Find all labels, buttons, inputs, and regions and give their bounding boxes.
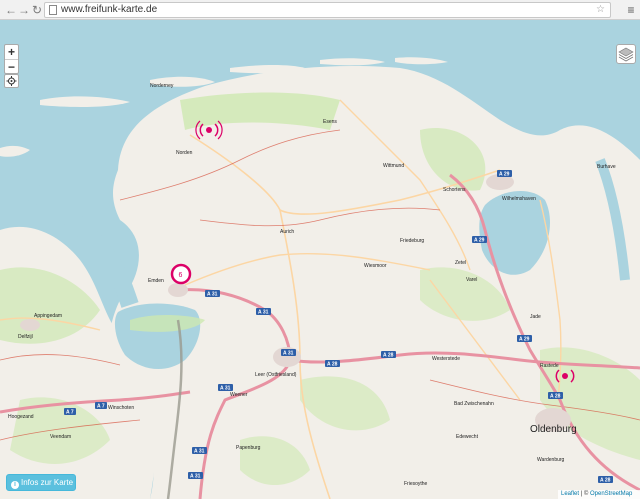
label-westerstede: Westerstede xyxy=(432,356,460,362)
label-friedeburg: Friedeburg xyxy=(400,238,424,244)
label-edewecht: Edewecht xyxy=(456,434,479,440)
svg-text:A 29: A 29 xyxy=(474,238,485,244)
shield-a31: A 31 xyxy=(218,384,233,392)
svg-text:A 31: A 31 xyxy=(258,310,269,316)
url-text: www.freifunk-karte.de xyxy=(61,4,158,15)
zoom-in-button[interactable]: + xyxy=(5,45,18,59)
layers-button[interactable] xyxy=(616,44,636,64)
shield-a28: A 28 xyxy=(548,392,563,400)
svg-text:A 28: A 28 xyxy=(327,362,338,368)
svg-text:A 28: A 28 xyxy=(383,353,394,359)
label-papenburg: Papenburg xyxy=(236,445,261,451)
locate-button[interactable] xyxy=(4,74,19,88)
svg-text:A 31: A 31 xyxy=(207,292,218,298)
svg-text:A 31: A 31 xyxy=(283,351,294,357)
shield-a31: A 31 xyxy=(188,472,203,480)
label-delfzijl: Delfzijl xyxy=(18,334,33,340)
svg-text:A 7: A 7 xyxy=(66,410,74,416)
label-oldenburg: Oldenburg xyxy=(530,424,577,435)
leaflet-link[interactable]: Leaflet xyxy=(561,491,579,497)
browser-toolbar: ← → ↻ www.freifunk-karte.de ☆ ≡ xyxy=(0,0,640,20)
map-tiles: Norderney Norden Esens Wittmund Schorten… xyxy=(0,20,640,499)
shield-a7: A 7 xyxy=(95,402,107,410)
shield-a7: A 7 xyxy=(64,408,76,416)
label-schortens: Schortens xyxy=(443,187,466,193)
label-weener: Weener xyxy=(230,392,248,398)
shield-a28: A 28 xyxy=(598,476,613,484)
info-icon: i xyxy=(11,481,19,489)
node-cluster-marker[interactable]: 6 xyxy=(170,263,192,285)
svg-text:A 29: A 29 xyxy=(499,172,510,178)
label-hoogezand: Hoogezand xyxy=(8,414,34,420)
label-appingedam: Appingedam xyxy=(34,313,62,319)
label-wittmund: Wittmund xyxy=(383,163,404,169)
label-bad-zwischenahn: Bad Zwischenahn xyxy=(454,401,494,407)
svg-text:A 31: A 31 xyxy=(194,449,205,455)
map-attribution: Leaflet | © OpenStreetMap xyxy=(558,490,640,499)
shield-a29: A 29 xyxy=(517,335,532,343)
back-arrow-icon[interactable]: ← xyxy=(4,2,18,18)
label-winschoten: Winschoten xyxy=(108,405,134,411)
svg-text:A 28: A 28 xyxy=(550,394,561,400)
shield-a29: A 29 xyxy=(472,236,487,244)
shield-a29: A 29 xyxy=(497,170,512,178)
label-rastede: Rastede xyxy=(540,363,559,369)
shield-a31: A 31 xyxy=(192,447,207,455)
label-aurich: Aurich xyxy=(280,229,294,235)
svg-text:A 31: A 31 xyxy=(220,386,231,392)
svg-text:A 28: A 28 xyxy=(600,478,611,484)
star-icon[interactable]: ☆ xyxy=(596,3,605,17)
crosshair-icon xyxy=(6,76,17,86)
label-jade: Jade xyxy=(530,314,541,320)
label-norderney: Norderney xyxy=(150,83,174,89)
shield-a28: A 28 xyxy=(325,360,340,368)
label-wilhelmshaven: Wilhelmshaven xyxy=(502,196,536,202)
osm-link[interactable]: OpenStreetMap xyxy=(590,491,632,497)
page-icon xyxy=(49,5,57,15)
label-burhave: Burhave xyxy=(597,164,616,170)
map-info-label: Infos zur Karte xyxy=(21,478,74,487)
label-emden: Emden xyxy=(148,278,164,284)
shield-a31: A 31 xyxy=(256,308,271,316)
shield-a31: A 31 xyxy=(205,290,220,298)
label-wardenburg: Wardenburg xyxy=(537,457,565,463)
label-friesoythe: Friesoythe xyxy=(404,481,428,487)
map-info-button[interactable]: i Infos zur Karte xyxy=(6,474,76,491)
layers-icon xyxy=(618,47,634,62)
label-zetel: Zetel xyxy=(455,260,466,266)
label-wiesmoor: Wiesmoor xyxy=(364,263,387,269)
label-leer: Leer (Ostfriesland) xyxy=(255,372,297,378)
label-norden: Norden xyxy=(176,150,193,156)
attribution-separator: | © xyxy=(579,491,590,497)
svg-text:A 7: A 7 xyxy=(97,404,105,410)
label-varel: Varel xyxy=(466,277,477,283)
label-esens: Esens xyxy=(323,119,337,125)
map-view[interactable]: Norderney Norden Esens Wittmund Schorten… xyxy=(0,20,640,499)
svg-text:A 31: A 31 xyxy=(190,474,201,480)
shield-a31: A 31 xyxy=(281,349,296,357)
zoom-out-button[interactable]: − xyxy=(5,59,18,74)
hamburger-menu-icon[interactable]: ≡ xyxy=(625,2,637,18)
reload-icon[interactable]: ↻ xyxy=(30,2,44,18)
address-bar[interactable]: www.freifunk-karte.de ☆ xyxy=(44,2,611,18)
cluster-count: 6 xyxy=(179,272,183,279)
svg-text:A 29: A 29 xyxy=(519,337,530,343)
forward-arrow-icon[interactable]: → xyxy=(17,2,31,18)
zoom-control: + − xyxy=(4,44,19,74)
label-veendam: Veendam xyxy=(50,434,71,440)
shield-a28: A 28 xyxy=(381,351,396,359)
